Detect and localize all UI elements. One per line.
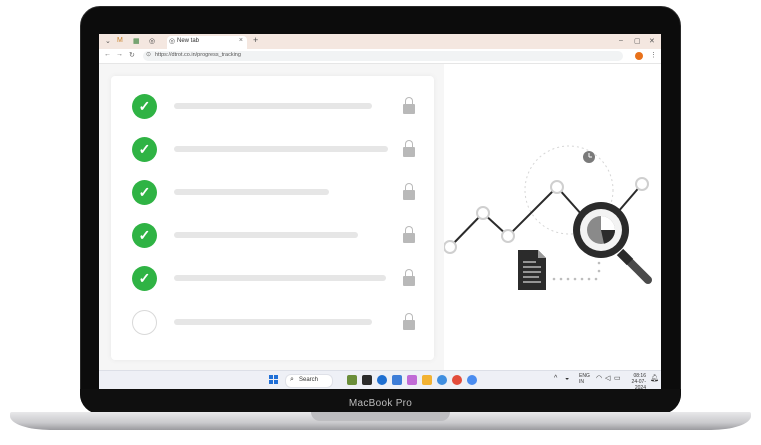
checklist-row: ✓ [111, 135, 434, 165]
checklist-row [111, 308, 434, 338]
volume-icon[interactable]: ◁ [605, 375, 610, 382]
wifi-icon[interactable]: ◠ [596, 375, 602, 382]
dotted-connector [552, 261, 601, 281]
task-view-icon[interactable] [362, 375, 372, 385]
edge-icon[interactable] [377, 375, 387, 385]
document-icon [518, 250, 546, 290]
laptop-notch [311, 412, 450, 421]
check-done-icon: ✓ [132, 137, 157, 162]
forward-icon[interactable]: → [116, 51, 123, 58]
laptop-brand-label: MacBook Pro [348, 398, 413, 409]
progress-bar-placeholder [174, 103, 372, 109]
check-pending-icon [132, 310, 157, 335]
store-icon[interactable] [392, 375, 402, 385]
app-icon-2[interactable] [467, 375, 477, 385]
check-done-icon: ✓ [132, 223, 157, 248]
tab-list-chevron-icon[interactable]: ⌄ [105, 37, 111, 45]
maximize-button[interactable]: ▢ [634, 37, 641, 45]
trend-node [476, 206, 490, 220]
page-content: ✓ ✓ ✓ ✓ ✓ [99, 64, 661, 370]
browser-address-row: ← → ↻ ⊙ https://dtrot.co.in/progress_tra… [99, 49, 661, 64]
tray-region-code: IN [579, 379, 584, 385]
trend-node [635, 177, 649, 191]
taskbar-search[interactable]: ⌕ Search [285, 374, 333, 388]
trend-node [550, 180, 564, 194]
reload-icon[interactable]: ↻ [129, 51, 135, 59]
checklist-row: ✓ [111, 92, 434, 122]
clock-icon [583, 151, 595, 163]
progress-illustration [444, 145, 652, 290]
tray-date: 24-07-2024 [631, 379, 646, 389]
file-explorer-icon[interactable] [422, 375, 432, 385]
tray-chevron-icon[interactable]: ^ [554, 375, 557, 382]
lock-icon [403, 269, 415, 287]
notification-bell-icon[interactable]: 🔔︎ [650, 375, 659, 382]
app-icon[interactable] [407, 375, 417, 385]
checklist-card: ✓ ✓ ✓ ✓ ✓ [111, 76, 434, 360]
battery-icon[interactable]: ▭ [614, 375, 621, 382]
chrome-icon[interactable]: ◎ [149, 37, 155, 45]
site-info-icon[interactable]: ⊙ [146, 51, 151, 58]
tray-clock[interactable]: 08:16 24-07-2024 [622, 373, 646, 389]
checklist-row: ✓ [111, 178, 434, 208]
checklist-row: ✓ [111, 264, 434, 294]
lock-icon [403, 97, 415, 115]
gmail-icon[interactable]: M [117, 37, 123, 44]
check-done-icon: ✓ [132, 266, 157, 291]
trend-node [501, 229, 515, 243]
new-tab-button[interactable]: + [253, 35, 258, 45]
taskbar-search-label: Search [299, 377, 319, 383]
check-done-icon: ✓ [132, 94, 157, 119]
sheets-icon[interactable]: ▦ [133, 37, 140, 45]
lock-icon [403, 313, 415, 331]
back-icon[interactable]: ← [104, 51, 111, 58]
progress-bar-placeholder [174, 319, 372, 325]
widget-icon[interactable] [347, 375, 357, 385]
progress-bar-placeholder [174, 189, 329, 195]
checklist-row: ✓ [111, 221, 434, 251]
tab-title: New tab [177, 38, 200, 44]
progress-bar-placeholder [174, 146, 388, 152]
chrome-profile-icon[interactable] [452, 375, 462, 385]
url-input[interactable]: ⊙ https://dtrot.co.in/progress_tracking [143, 51, 623, 61]
profile-avatar[interactable] [635, 52, 643, 60]
tab-favicon-icon: ◎ [169, 38, 176, 45]
progress-bar-placeholder [174, 275, 386, 281]
lock-icon [403, 226, 415, 244]
tab-close-icon[interactable]: × [239, 37, 243, 44]
trend-node [444, 240, 457, 254]
check-done-icon: ✓ [132, 180, 157, 205]
windows-taskbar: ⌕ Search ^ ◒ ENG IN ◠ ◁ ▭ 08:16 24-07-20… [99, 370, 661, 389]
tray-language[interactable]: ENG IN [579, 373, 590, 385]
chrome-taskbar-icon[interactable] [437, 375, 447, 385]
minimize-button[interactable]: – [619, 37, 623, 44]
browser-tab-bar: ⌄ M ▦ ◎ ◎ New tab × + – ▢ ✕ [99, 34, 661, 49]
search-icon: ⌕ [290, 376, 294, 383]
lock-icon [403, 183, 415, 201]
windows-start-icon[interactable] [269, 375, 279, 385]
url-text: https://dtrot.co.in/progress_tracking [155, 52, 241, 58]
magnifier-pie-icon [573, 202, 652, 284]
tray-network-icon[interactable]: ◒ [565, 375, 569, 382]
progress-bar-placeholder [174, 232, 358, 238]
tab-new-tab[interactable]: ◎ New tab × [167, 36, 247, 49]
screen: ⌄ M ▦ ◎ ◎ New tab × + – ▢ ✕ ← → ↻ ⊙ http… [99, 34, 661, 389]
lock-icon [403, 140, 415, 158]
close-window-button[interactable]: ✕ [649, 37, 655, 45]
more-menu-icon[interactable]: ⋮ [650, 51, 657, 59]
